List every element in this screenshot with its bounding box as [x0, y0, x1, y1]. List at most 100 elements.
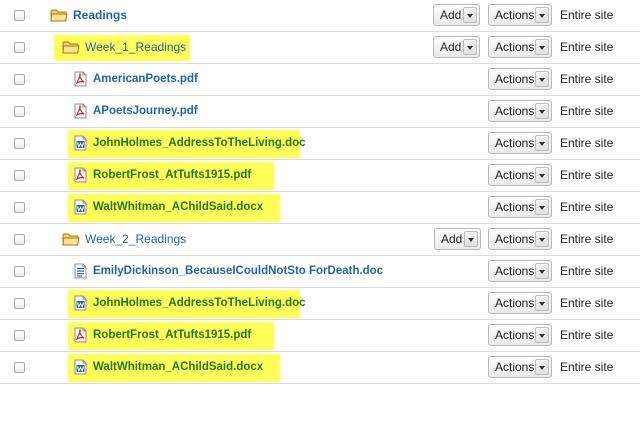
file-row: JohnHolmes_AddressToTheLiving.doc Actions…: [0, 128, 640, 160]
file-row: AmericanPoets.pdf Actions Entire site: [0, 64, 640, 96]
folder-row: Readings Add Actions Entire site: [0, 0, 640, 32]
file-name-link[interactable]: EmilyDickinson_BecauseICouldNotSto ForDe…: [93, 263, 383, 279]
chevron-down-icon: [464, 231, 478, 247]
folder-name-link[interactable]: Readings: [73, 7, 127, 23]
access-scope: Entire site: [560, 360, 614, 374]
actions-menu-button[interactable]: Actions: [488, 164, 552, 186]
select-checkbox[interactable]: [14, 138, 25, 149]
actions-button-label: Actions: [495, 328, 535, 342]
file-row: RobertFrost_AtTufts1915.pdf Actions Entire…: [0, 320, 640, 352]
folder-open-icon: [62, 232, 80, 251]
add-button-label: Add: [441, 232, 463, 246]
actions-menu-button[interactable]: Actions: [488, 196, 552, 218]
file-row: EmilyDickinson_BecauseICouldNotSto ForDe…: [0, 256, 640, 288]
access-scope: Entire site: [560, 328, 614, 342]
actions-button-label: Actions: [495, 168, 535, 182]
actions-menu-button[interactable]: Actions: [488, 260, 552, 282]
actions-button-label: Actions: [495, 296, 535, 310]
word-doc-icon: [74, 135, 87, 156]
select-checkbox[interactable]: [14, 106, 25, 117]
access-scope: Entire site: [560, 168, 614, 182]
folder-open-icon: [50, 8, 68, 27]
document-icon: [74, 263, 87, 284]
add-button-label: Add: [440, 8, 462, 22]
select-checkbox[interactable]: [14, 10, 25, 21]
actions-button-label: Actions: [495, 136, 535, 150]
select-checkbox[interactable]: [14, 202, 25, 213]
access-scope: Entire site: [560, 232, 614, 246]
file-row: RobertFrost_AtTufts1915.pdf Actions Entire…: [0, 160, 640, 192]
chevron-down-icon: [535, 295, 549, 311]
actions-menu-button[interactable]: Actions: [488, 324, 552, 346]
pdf-icon: [74, 327, 87, 348]
access-scope: Entire site: [560, 104, 614, 118]
folder-name-link[interactable]: Week_1_Readings: [85, 39, 186, 55]
select-checkbox[interactable]: [14, 170, 25, 181]
select-checkbox[interactable]: [14, 234, 25, 245]
folder-row: Week_2_Readings Add Actions Entire site: [0, 224, 640, 256]
file-row: JohnHolmes_AddressToTheLiving.doc Actions…: [0, 288, 640, 320]
actions-button-label: Actions: [495, 8, 535, 22]
actions-button-label: Actions: [495, 264, 535, 278]
word-doc-icon: [74, 199, 87, 220]
file-name-link[interactable]: RobertFrost_AtTufts1915.pdf: [93, 327, 251, 343]
actions-button-label: Actions: [495, 104, 535, 118]
access-scope: Entire site: [560, 136, 614, 150]
actions-button-label: Actions: [495, 200, 535, 214]
chevron-down-icon: [535, 135, 549, 151]
file-name-link[interactable]: AmericanPoets.pdf: [93, 71, 198, 87]
actions-button-label: Actions: [495, 232, 535, 246]
chevron-down-icon: [463, 7, 477, 23]
chevron-down-icon: [535, 7, 549, 23]
actions-menu-button[interactable]: Actions: [488, 100, 552, 122]
access-scope: Entire site: [560, 8, 614, 22]
select-checkbox[interactable]: [14, 298, 25, 309]
chevron-down-icon: [535, 39, 549, 55]
add-menu-button[interactable]: Add: [434, 228, 481, 250]
actions-menu-button[interactable]: Actions: [488, 292, 552, 314]
actions-menu-button[interactable]: Actions: [488, 228, 552, 250]
select-checkbox[interactable]: [14, 362, 25, 373]
actions-button-label: Actions: [495, 360, 535, 374]
file-name-link[interactable]: JohnHolmes_AddressToTheLiving.doc: [93, 135, 306, 151]
chevron-down-icon: [535, 359, 549, 375]
file-row: WaltWhitman_AChildSaid.docx Actions Entire…: [0, 192, 640, 224]
file-name-link[interactable]: APoetsJourney.pdf: [93, 103, 198, 119]
word-doc-icon: [74, 359, 87, 380]
file-name-link[interactable]: JohnHolmes_AddressToTheLiving.doc: [93, 295, 306, 311]
add-button-label: Add: [440, 40, 462, 54]
chevron-down-icon: [535, 71, 549, 87]
chevron-down-icon: [535, 199, 549, 215]
file-name-link[interactable]: WaltWhitman_AChildSaid.docx: [93, 199, 263, 215]
select-checkbox[interactable]: [14, 42, 25, 53]
pdf-icon: [74, 103, 87, 124]
actions-menu-button[interactable]: Actions: [488, 36, 552, 58]
file-row: WaltWhitman_AChildSaid.docx Actions Entire…: [0, 352, 640, 384]
access-scope: Entire site: [560, 72, 614, 86]
pdf-icon: [74, 71, 87, 92]
actions-button-label: Actions: [495, 72, 535, 86]
actions-menu-button[interactable]: Actions: [488, 356, 552, 378]
chevron-down-icon: [535, 231, 549, 247]
select-checkbox[interactable]: [14, 266, 25, 277]
folder-open-icon: [62, 40, 80, 59]
folder-name-link[interactable]: Week_2_Readings: [85, 231, 186, 247]
word-doc-icon: [74, 295, 87, 316]
chevron-down-icon: [535, 103, 549, 119]
select-checkbox[interactable]: [14, 330, 25, 341]
access-scope: Entire site: [560, 264, 614, 278]
access-scope: Entire site: [560, 296, 614, 310]
access-scope: Entire site: [560, 200, 614, 214]
add-menu-button[interactable]: Add: [433, 36, 480, 58]
select-checkbox[interactable]: [14, 74, 25, 85]
actions-menu-button[interactable]: Actions: [488, 68, 552, 90]
pdf-icon: [74, 167, 87, 188]
file-name-link[interactable]: RobertFrost_AtTufts1915.pdf: [93, 167, 251, 183]
actions-button-label: Actions: [495, 40, 535, 54]
add-menu-button[interactable]: Add: [433, 4, 480, 26]
chevron-down-icon: [535, 167, 549, 183]
file-name-link[interactable]: WaltWhitman_AChildSaid.docx: [93, 359, 263, 375]
actions-menu-button[interactable]: Actions: [488, 4, 552, 26]
access-scope: Entire site: [560, 40, 614, 54]
actions-menu-button[interactable]: Actions: [488, 132, 552, 154]
